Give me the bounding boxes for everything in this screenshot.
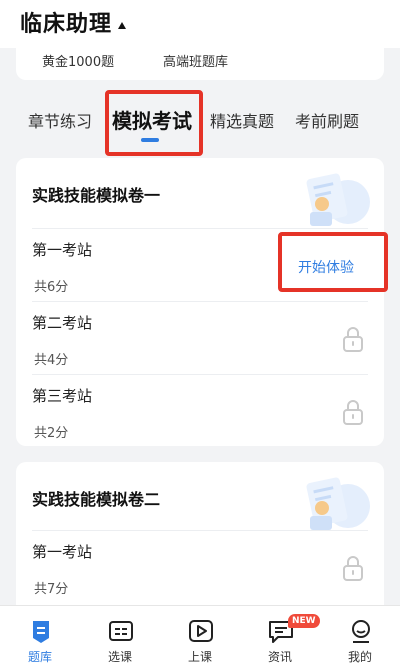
station-row[interactable]: 第一考站 共7分	[32, 530, 368, 604]
tab-selected-papers[interactable]: 精选真题	[210, 108, 274, 132]
question-bank-icon	[33, 621, 49, 643]
station-score: 共7分	[34, 582, 69, 597]
start-highlight-box	[278, 232, 388, 292]
station-row[interactable]: 第二考站 共4分	[32, 301, 368, 375]
app-title[interactable]: 临床助理	[20, 6, 112, 38]
play-class-icon	[189, 620, 213, 642]
paper-card-2: 实践技能模拟卷二 第一考站 共7分	[16, 462, 384, 622]
paper-title: 实践技能模拟卷二	[32, 490, 161, 509]
paper-illustration-icon	[306, 477, 370, 530]
nav-label: 题库	[27, 650, 52, 664]
nav-profile[interactable]: 我的	[320, 606, 400, 671]
tab-chapter-practice[interactable]: 章节练习	[28, 108, 92, 132]
nav-course-select[interactable]: 选课	[80, 606, 160, 671]
paper-card-1: 实践技能模拟卷一 第一考站 共6分 开始体验 第二考站 共4分 第三考站 共2分	[16, 158, 384, 446]
station-row[interactable]: 第三考站 共2分	[32, 374, 368, 446]
header-bar: 临床助理	[0, 0, 400, 48]
library-card: 黄金1000题 高端班题库	[16, 44, 384, 80]
new-badge: NEW	[288, 614, 320, 628]
paper-illustration-icon	[306, 173, 370, 226]
lock-icon	[343, 400, 363, 425]
nav-label: 选课	[107, 650, 132, 664]
nav-label: 上课	[187, 650, 212, 664]
station-name: 第三考站	[32, 387, 93, 405]
station-score: 共4分	[34, 353, 69, 368]
nav-attend-class[interactable]: 上课	[160, 606, 240, 671]
course-select-icon	[109, 621, 133, 641]
station-name: 第一考站	[32, 543, 93, 561]
nav-question-bank[interactable]: 题库	[0, 606, 80, 671]
station-name: 第一考站	[32, 241, 93, 259]
lock-icon	[343, 327, 363, 352]
paper-title: 实践技能模拟卷一	[32, 186, 161, 205]
station-score: 共2分	[34, 426, 69, 441]
bottom-nav: 题库 选课 上课 NEW 资讯 我的	[0, 605, 400, 671]
profile-icon	[352, 620, 370, 643]
lock-icon	[343, 556, 363, 581]
tab-highlight-box	[105, 90, 203, 156]
nav-news[interactable]: NEW 资讯	[240, 606, 320, 671]
nav-label: 资讯	[267, 650, 292, 664]
title-caret-icon[interactable]	[118, 22, 126, 29]
station-name: 第二考站	[32, 314, 93, 332]
library-link-gold[interactable]: 黄金1000题	[42, 51, 114, 70]
nav-label: 我的	[347, 650, 372, 664]
library-link-advanced[interactable]: 高端班题库	[163, 51, 228, 70]
tab-pre-exam-drill[interactable]: 考前刷题	[295, 108, 359, 132]
station-score: 共6分	[34, 280, 69, 295]
